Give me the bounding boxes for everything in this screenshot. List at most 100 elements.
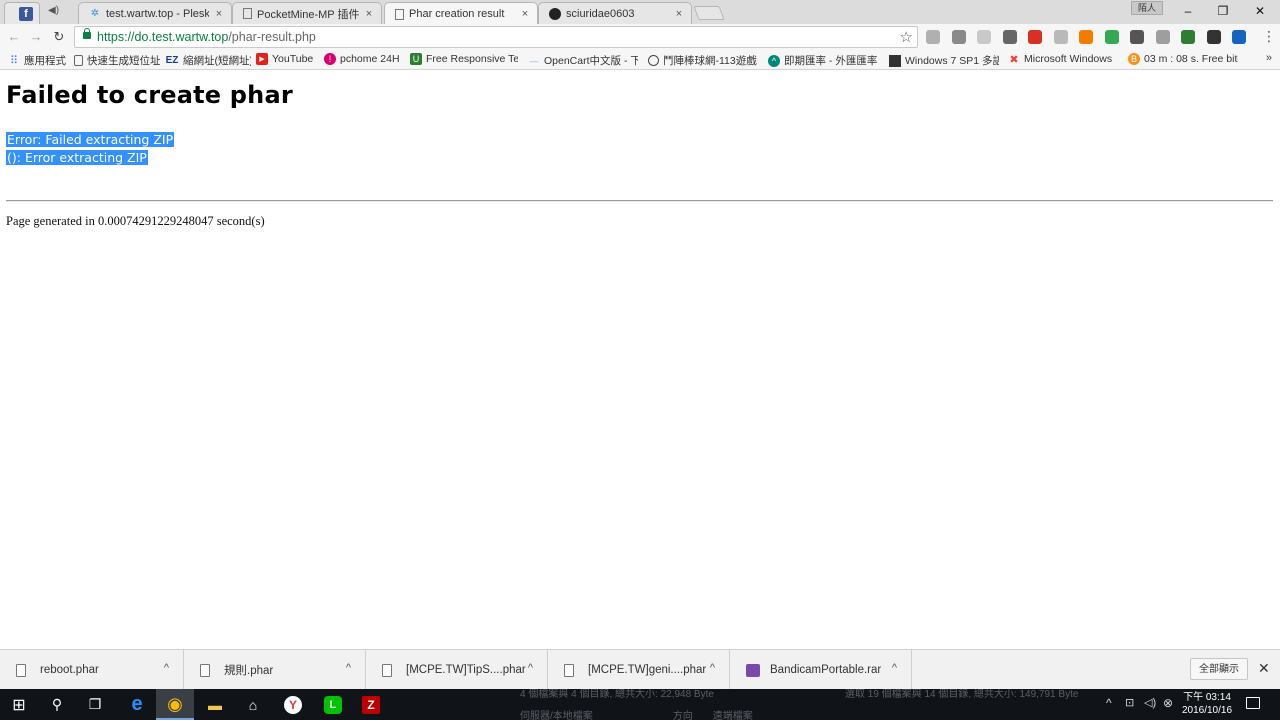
taskbar-clock[interactable]: 下午 03:14 2016/10/16 — [1178, 691, 1236, 717]
pchome-icon: ! — [324, 53, 336, 65]
tab-pocketmine[interactable]: PocketMine-MP 插件製 × — [232, 2, 382, 24]
tab-plesk[interactable]: ✲ test.wartw.top - Plesk 1 × — [78, 2, 232, 24]
tab-pinned-facebook[interactable]: f — [4, 2, 40, 24]
facebook-icon: f — [19, 7, 33, 21]
file-explorer-button[interactable]: ▬ — [196, 689, 234, 720]
filezilla-button[interactable]: Z — [352, 689, 390, 720]
bookmark-star-icon[interactable]: ☆ — [900, 28, 913, 46]
action-center-icon[interactable] — [1246, 697, 1260, 709]
tab-github[interactable]: sciuridae0603 × — [538, 2, 692, 24]
error-line: (): Error extracting ZIP — [6, 150, 148, 165]
bookmark-label: 03 m : 08 s. Free bitc — [1144, 53, 1238, 65]
extension-icon[interactable] — [1028, 30, 1042, 44]
chevron-up-icon[interactable]: ^ — [346, 662, 351, 674]
start-button[interactable]: ⊞ — [0, 689, 38, 720]
chevron-up-icon[interactable]: ^ — [164, 662, 169, 674]
task-view-button[interactable]: ❐ — [76, 689, 114, 720]
extension-icon[interactable] — [951, 30, 966, 44]
bookmark-apps[interactable]: ⠿ 應用程式 — [8, 53, 68, 68]
edge-button[interactable]: e — [118, 689, 156, 720]
bookmark-youtube[interactable]: ▶ YouTube — [256, 53, 318, 65]
extension-icon[interactable] — [1002, 30, 1017, 44]
extension-icon[interactable] — [1155, 30, 1170, 44]
address-bar[interactable]: https://do.test.wartw.top/phar-result.ph… — [74, 26, 918, 48]
bookmarks-bar: ⠿ 應用程式 快速生成短位址 EZ 縮網址(短網址) ▶ YouTube ! p… — [0, 50, 1280, 70]
bookmark-windows7[interactable]: Windows 7 SP1 多語 — [889, 53, 999, 68]
bookmark-label: 即期匯率 - 外匯匯率 — [784, 55, 878, 67]
more-bookmarks-chevron-icon[interactable]: » — [1266, 52, 1272, 64]
tray-expand-icon[interactable]: ^ — [1106, 696, 1112, 710]
close-icon[interactable]: × — [673, 8, 685, 20]
search-button[interactable]: ⚲ — [38, 689, 76, 720]
yandex-icon: Y — [284, 695, 302, 714]
extension-icon[interactable] — [1232, 30, 1246, 44]
extension-icon[interactable] — [1053, 30, 1068, 44]
extension-icon[interactable] — [926, 30, 940, 44]
bookmark-label: 應用程式 — [24, 55, 66, 67]
download-item[interactable]: 規則.phar ^ — [184, 650, 366, 690]
show-all-downloads-button[interactable]: 全部顯示 — [1190, 658, 1248, 680]
new-tab-button[interactable] — [693, 6, 725, 20]
clock-time: 下午 03:14 — [1183, 692, 1231, 703]
download-item[interactable]: [MCPE.TW]geni....phar ^ — [548, 650, 730, 690]
bookmark-exchange-rate[interactable]: ^ 即期匯率 - 外匯匯率 — [768, 53, 880, 68]
ghost-header: 方向 — [672, 711, 693, 720]
tray-app-icon[interactable]: ⊗ — [1163, 696, 1173, 710]
bookmark-opencart[interactable]: — OpenCart中文版 - 下 — [528, 53, 639, 68]
filezilla-icon: Z — [362, 695, 380, 714]
windows-icon — [889, 54, 901, 67]
extension-icon[interactable] — [1104, 30, 1119, 44]
minimize-button[interactable]: – — [1170, 0, 1206, 22]
extension-icon[interactable] — [1079, 30, 1093, 44]
extension-icon[interactable] — [1130, 30, 1144, 44]
tab-title: sciuridae0603 — [566, 7, 635, 20]
page-icon — [243, 8, 252, 19]
close-shelf-icon[interactable]: ✕ — [1258, 660, 1270, 677]
line-button[interactable]: L — [314, 689, 352, 720]
url-text[interactable]: https://do.test.wartw.top/phar-result.ph… — [97, 30, 316, 44]
rar-archive-icon — [746, 663, 760, 677]
download-item[interactable]: BandicamPortable.rar ^ — [730, 650, 912, 690]
chevron-up-icon[interactable]: ^ — [528, 662, 533, 674]
close-icon[interactable]: × — [519, 8, 531, 20]
tab-title: PocketMine-MP 插件製 — [257, 8, 359, 21]
speaker-icon[interactable]: ◀) — [48, 5, 59, 16]
error-line: Error: Failed extracting ZIP — [6, 132, 175, 147]
yandex-button[interactable]: Y — [274, 689, 312, 720]
bookmark-free-bitcoin[interactable]: B 03 m : 08 s. Free bitc — [1128, 53, 1238, 65]
extension-icon[interactable] — [1206, 30, 1221, 44]
tab-phar-result[interactable]: Phar creation result × — [384, 2, 538, 25]
network-icon[interactable]: ⊡ — [1125, 696, 1134, 709]
profile-button[interactable]: 陌人 — [1131, 1, 1163, 15]
download-item[interactable]: reboot.phar ^ — [0, 650, 184, 690]
chrome-icon: ◉ — [167, 694, 183, 714]
chevron-up-icon[interactable]: ^ — [710, 662, 715, 674]
extension-icon[interactable] — [977, 30, 991, 44]
bookmark-microsoft-windows[interactable]: ✖ Microsoft Windows — [1008, 53, 1120, 65]
close-icon[interactable]: × — [213, 8, 225, 20]
bookmark-label: 快速生成短位址 — [87, 55, 160, 67]
bookmark-baseball[interactable]: 鬥陣棒球網-113遊戲 — [648, 53, 760, 68]
chrome-button[interactable]: ◉ — [156, 689, 194, 720]
plesk-icon: ✲ — [90, 8, 100, 19]
download-item[interactable]: [MCPE.TW]TipS....phar ^ — [366, 650, 548, 690]
bookmark-pchome[interactable]: ! pchome 24H — [324, 53, 404, 65]
store-button[interactable]: ⌂ — [234, 689, 272, 720]
bookmark-free-responsive[interactable]: U Free Responsive Tem — [410, 53, 518, 65]
bookmark-short-url[interactable]: 快速生成短位址 — [74, 53, 160, 68]
volume-icon[interactable]: ◁) — [1144, 696, 1156, 709]
close-window-button[interactable]: ✕ — [1242, 0, 1278, 22]
page-generated-text: Page generated in 0.00074291229248047 se… — [6, 214, 265, 228]
chevron-up-icon[interactable]: ^ — [892, 662, 897, 674]
extension-icon[interactable] — [1181, 30, 1195, 44]
restore-button[interactable]: ❐ — [1205, 0, 1241, 22]
bookmark-ez[interactable]: EZ 縮網址(短網址) — [165, 53, 251, 68]
tab-strip: f ◀) ✲ test.wartw.top - Plesk 1 × Pocket… — [0, 0, 1280, 25]
download-shelf: reboot.phar ^ 規則.phar ^ [MCPE.TW]TipS...… — [0, 649, 1280, 690]
close-icon[interactable]: × — [363, 8, 375, 20]
reload-button[interactable]: ↻ — [50, 27, 68, 47]
menu-icon[interactable]: ⋮ — [1262, 28, 1276, 45]
back-button[interactable]: ← — [5, 27, 23, 47]
file-icon — [16, 663, 26, 677]
forward-button[interactable]: → — [27, 27, 45, 47]
